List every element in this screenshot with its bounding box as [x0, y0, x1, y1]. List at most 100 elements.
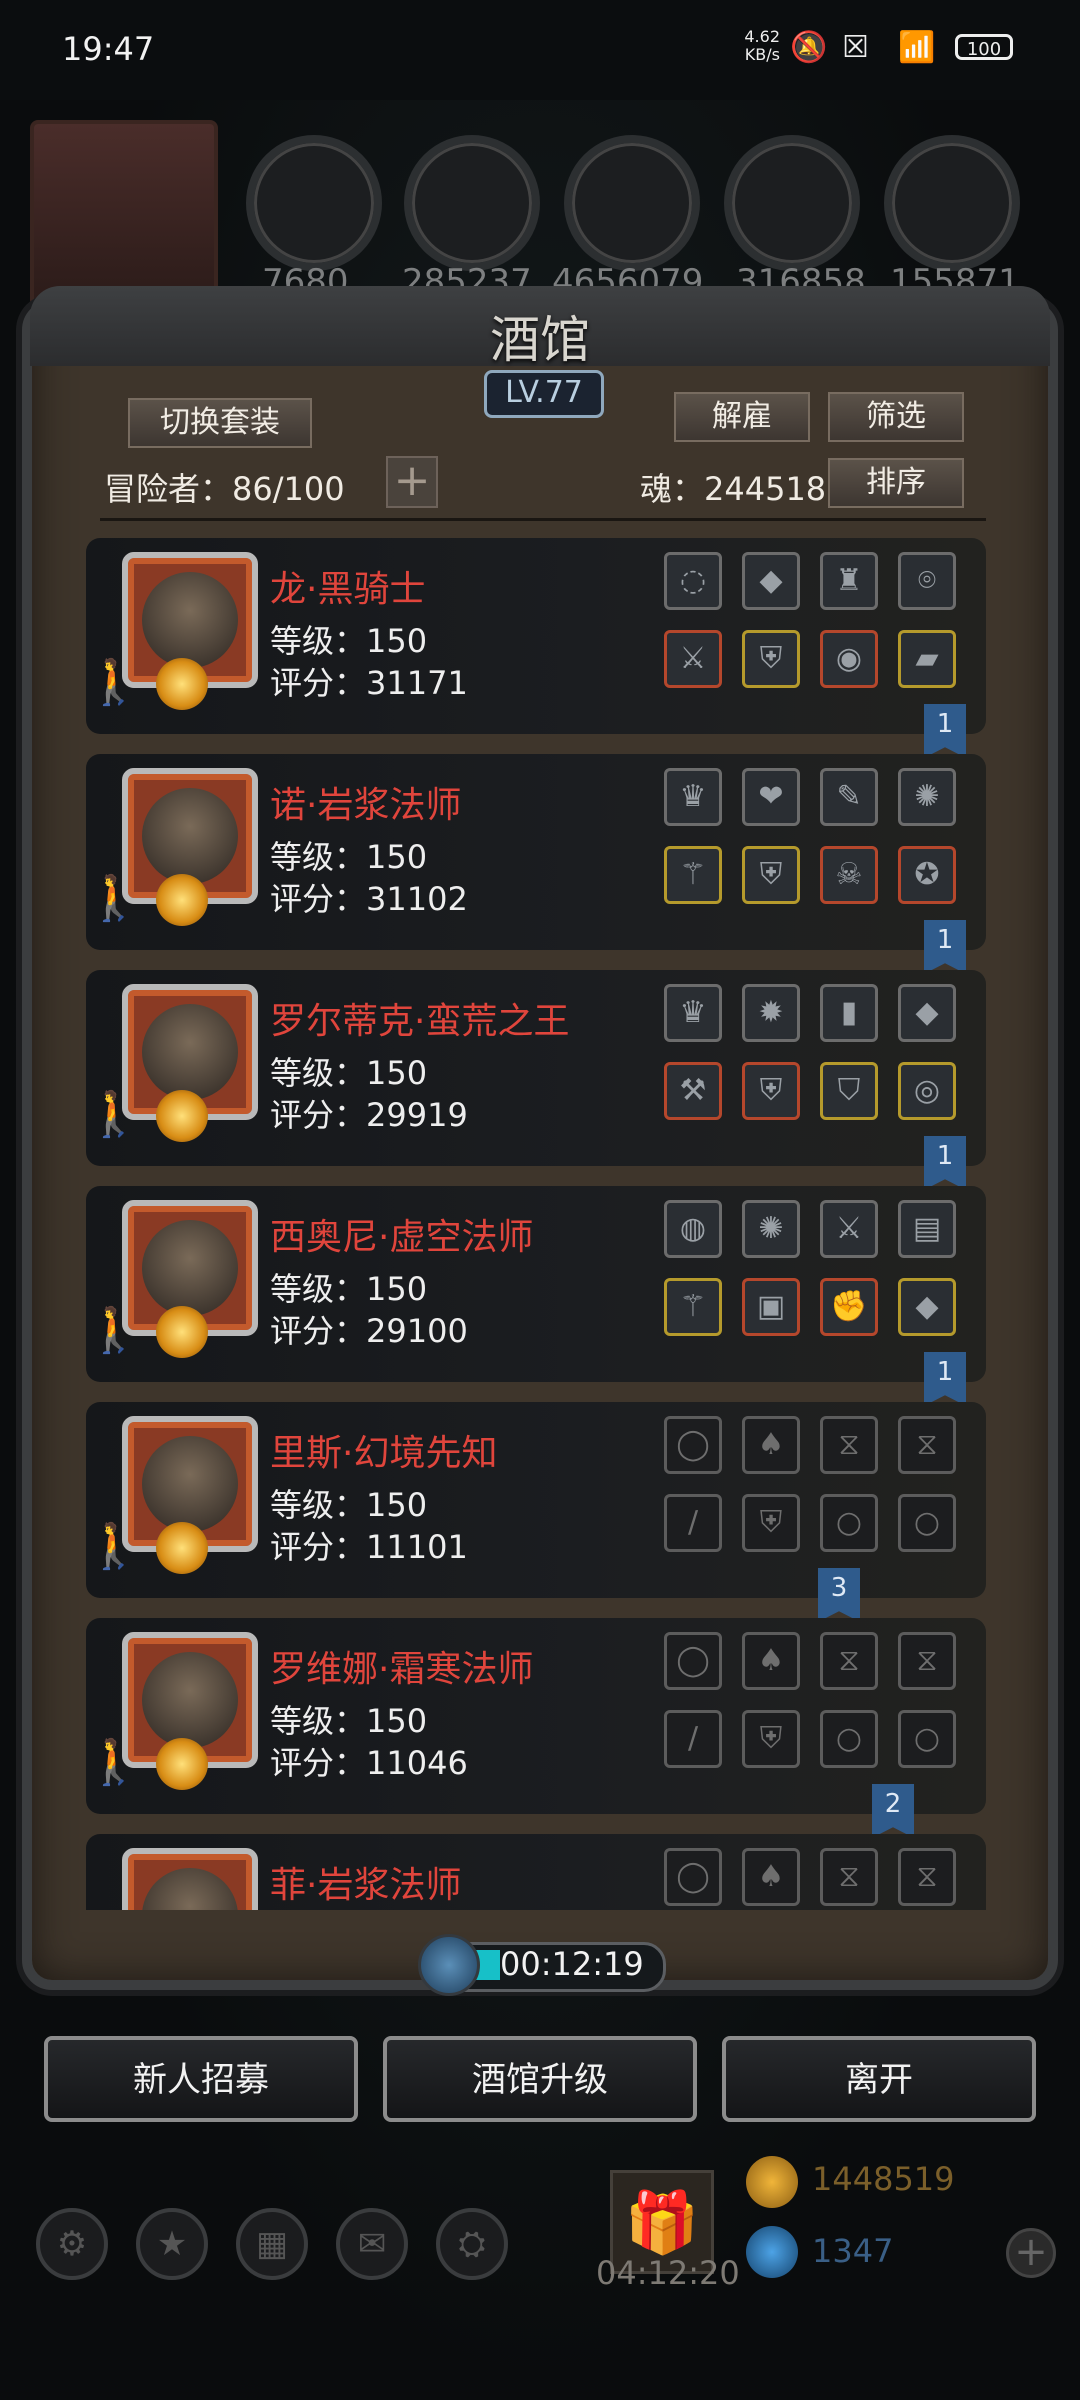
ore-icon[interactable]: ◆: [898, 984, 956, 1042]
empty-armor-slot-icon[interactable]: ⛨: [742, 1494, 800, 1552]
crystal-resource-icon: [724, 135, 860, 271]
filter-button[interactable]: 筛选: [828, 392, 964, 442]
flame-icon[interactable]: ✹: [742, 984, 800, 1042]
hero-score: 评分：11101: [270, 1528, 468, 1566]
empty-hourglass-slot-icon[interactable]: ⧖: [820, 1416, 878, 1474]
team-flag: 1: [924, 920, 966, 974]
staff-icon[interactable]: ⚚: [664, 846, 722, 904]
chest-armor-icon[interactable]: ⛨: [742, 1062, 800, 1120]
empty-ring-slot-icon[interactable]: ○: [820, 1494, 878, 1552]
panel-title: 酒馆: [490, 311, 590, 369]
rank-emblem-icon: [156, 1306, 208, 1358]
hero-card[interactable]: 🚶 西奥尼·虚空法师 等级：150 评分：29100 ◍ ✺ ⚔ ▤ ⚚ ▣ ✊…: [86, 1186, 986, 1382]
hero-name: 西奥尼·虚空法师: [270, 1217, 534, 1258]
walking-figure-icon: 🚶: [86, 1521, 141, 1572]
empty-armor-slot-icon[interactable]: ⛨: [742, 1710, 800, 1768]
gem-amount: 1347: [812, 2232, 894, 2270]
hero-card[interactable]: 🚶 龙·黑骑士 等级：150 评分：31171 ◌ ◆ ♜ ⌾ ⚔ ⛨ ◉ ▰: [86, 538, 986, 734]
switch-outfit-button[interactable]: 切换套装: [128, 398, 312, 448]
sword-icon[interactable]: ⚔: [664, 630, 722, 688]
iron-resource-icon: [564, 135, 700, 271]
upgrade-tavern-button[interactable]: 酒馆升级: [383, 2036, 697, 2122]
demon-mask-icon[interactable]: ☠: [820, 846, 878, 904]
tablet-icon[interactable]: ▮: [820, 984, 878, 1042]
empty-necklace-slot-icon[interactable]: ◯: [664, 1416, 722, 1474]
sort-button[interactable]: 排序: [828, 458, 964, 508]
empty-hourglass-slot-icon[interactable]: ⧖: [898, 1632, 956, 1690]
hero-list[interactable]: 🚶 龙·黑骑士 等级：150 评分：31171 ◌ ◆ ♜ ⌾ ⚔ ⛨ ◉ ▰ …: [86, 538, 986, 1910]
empty-flame-slot-icon[interactable]: ♠: [742, 1632, 800, 1690]
scroll-icon[interactable]: ✎: [820, 768, 878, 826]
empty-necklace-slot-icon[interactable]: ◯: [664, 1848, 722, 1906]
axe-icon[interactable]: ⚒: [664, 1062, 722, 1120]
crown-icon[interactable]: ♛: [664, 984, 722, 1042]
leave-button[interactable]: 离开: [722, 2036, 1036, 2122]
robe-icon[interactable]: ⛨: [742, 846, 800, 904]
necklace-icon[interactable]: ◌: [664, 552, 722, 610]
gauntlet-icon[interactable]: ✊: [820, 1278, 878, 1336]
empty-hourglass-slot-icon[interactable]: ⧖: [898, 1848, 956, 1906]
shop-icon[interactable]: ▦: [236, 2208, 308, 2280]
crystal-icon[interactable]: ◆: [898, 1278, 956, 1336]
status-bar: 19:47 4.62 KB/s 🔕 ☒ 📶 100: [0, 0, 1080, 100]
round-shield-icon[interactable]: ◎: [898, 1062, 956, 1120]
team-flag: 2: [872, 1784, 914, 1838]
medal-icon[interactable]: ✪: [898, 846, 956, 904]
empty-staff-slot-icon[interactable]: ∕: [664, 1494, 722, 1552]
add-capacity-button[interactable]: +: [386, 456, 438, 508]
hero-score: 评分：31171: [270, 664, 468, 702]
sim-none-icon: ☒: [842, 30, 869, 65]
walking-figure-icon: 🚶: [86, 657, 141, 708]
wifi-icon: 📶: [898, 30, 936, 65]
empty-flame-slot-icon[interactable]: ♠: [742, 1416, 800, 1474]
empty-flame-slot-icon[interactable]: ♠: [742, 1848, 800, 1906]
hero-card[interactable]: 菲·岩浆法师 ◯ ♠ ⧖ ⧖: [86, 1834, 986, 1910]
player-avatar[interactable]: [30, 120, 218, 308]
hero-card[interactable]: 🚶 罗维娜·霜寒法师 等级：150 评分：11046 ◯ ♠ ⧖ ⧖ ∕ ⛨ ○…: [86, 1618, 986, 1814]
armor-icon[interactable]: ⛨: [742, 630, 800, 688]
settings-icon[interactable]: ⚙: [36, 2208, 108, 2280]
fire-orb-icon[interactable]: ✺: [898, 768, 956, 826]
add-currency-button[interactable]: +: [1006, 2228, 1056, 2278]
dagger-icon[interactable]: ⚔: [820, 1200, 878, 1258]
gem-icon[interactable]: ◆: [742, 552, 800, 610]
clock: 19:47: [62, 30, 155, 68]
hero-level: 等级：150: [270, 1054, 428, 1092]
hero-name: 罗维娜·霜寒法师: [270, 1649, 534, 1690]
amulet-icon[interactable]: ◉: [820, 630, 878, 688]
jewel-box-icon[interactable]: ▣: [742, 1278, 800, 1336]
network-speed: 4.62 KB/s: [744, 27, 780, 64]
recruit-button[interactable]: 新人招募: [44, 2036, 358, 2122]
clock-icon: [418, 1934, 480, 1996]
boots-icon[interactable]: ▰: [898, 630, 956, 688]
empty-staff-slot-icon[interactable]: ∕: [664, 1710, 722, 1768]
idol-icon[interactable]: ♜: [820, 552, 878, 610]
hero-level: 等级：150: [270, 1702, 428, 1740]
empty-ring-slot-icon[interactable]: ○: [820, 1710, 878, 1768]
empty-hourglass-slot-icon[interactable]: ⧖: [820, 1632, 878, 1690]
fire-button[interactable]: 解雇: [674, 392, 810, 442]
team-flag: 1: [924, 1136, 966, 1190]
orb-icon[interactable]: ◍: [664, 1200, 722, 1258]
plank-resource-icon: [404, 135, 540, 271]
hero-card[interactable]: 🚶 罗尔蒂克·蛮荒之王 等级：150 评分：29919 ♛ ✹ ▮ ◆ ⚒ ⛨ …: [86, 970, 986, 1166]
blue-flame-icon[interactable]: ✺: [742, 1200, 800, 1258]
map-icon[interactable]: ▤: [898, 1200, 956, 1258]
empty-ring-slot-icon[interactable]: ○: [898, 1494, 956, 1552]
heart-icon[interactable]: ❤: [742, 768, 800, 826]
cauldron-icon[interactable]: ⌾: [898, 552, 956, 610]
wand-icon[interactable]: ⚚: [664, 1278, 722, 1336]
walking-figure-icon: 🚶: [86, 1737, 141, 1788]
crown-icon[interactable]: ♛: [664, 768, 722, 826]
empty-hourglass-slot-icon[interactable]: ⧖: [820, 1848, 878, 1906]
rank-emblem-icon: [156, 1090, 208, 1142]
star-icon[interactable]: ★: [136, 2208, 208, 2280]
empty-necklace-slot-icon[interactable]: ◯: [664, 1632, 722, 1690]
guild-icon[interactable]: ⛭: [436, 2208, 508, 2280]
hero-portrait: [122, 1848, 258, 1910]
hero-card[interactable]: 🚶 诺·岩浆法师 等级：150 评分：31102 ♛ ❤ ✎ ✺ ⚚ ⛨ ☠ ✪: [86, 754, 986, 950]
shield-icon[interactable]: ⛉: [820, 1062, 878, 1120]
mail-icon[interactable]: ✉: [336, 2208, 408, 2280]
empty-ring-slot-icon[interactable]: ○: [898, 1710, 956, 1768]
empty-hourglass-slot-icon[interactable]: ⧖: [898, 1416, 956, 1474]
